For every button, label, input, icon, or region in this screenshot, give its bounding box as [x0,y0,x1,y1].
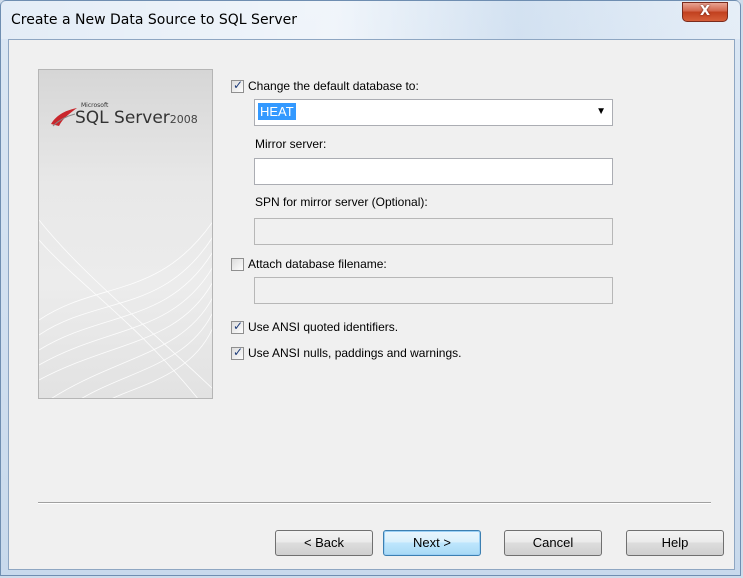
title-bar[interactable]: Create a New Data Source to SQL Server X [1,1,740,39]
sql-server-logo: Microsoft SQL Server2008 [49,102,209,138]
sql-server-banner: Microsoft SQL Server2008 [38,69,213,399]
spn-mirror-label: SPN for mirror server (Optional): [255,195,428,209]
cancel-button[interactable]: Cancel [504,530,602,556]
dialog-client-area: Microsoft SQL Server2008 Change the defa… [8,39,735,570]
ansi-nulls-checkbox[interactable] [231,345,244,360]
ansi-quoted-checkbox[interactable] [231,319,244,334]
logo-year: 2008 [169,113,198,126]
ansi-quoted-label: Use ANSI quoted identifiers. [248,320,399,334]
attach-db-input[interactable] [254,277,613,304]
mirror-server-label: Mirror server: [255,137,327,151]
spn-mirror-input[interactable] [254,218,613,245]
change-default-db-checkbox[interactable] [231,78,244,93]
default-db-value: HEAT [258,103,296,120]
mirror-server-input[interactable] [254,158,613,185]
back-button[interactable]: < Back [275,530,373,556]
next-button[interactable]: Next > [383,530,481,556]
ansi-quoted-row[interactable]: Use ANSI quoted identifiers. [231,319,398,335]
chevron-down-icon[interactable]: ▼ [596,106,606,117]
dialog-window: Create a New Data Source to SQL Server X [0,0,741,576]
change-default-db-row[interactable]: Change the default database to: [231,78,419,94]
close-button[interactable]: X [682,2,728,22]
logo-product-name: SQL Server [75,108,170,128]
window-title: Create a New Data Source to SQL Server [11,12,297,28]
attach-db-row[interactable]: Attach database filename: [231,256,387,272]
close-icon: X [699,4,711,19]
default-db-combobox[interactable]: HEAT ▼ [254,99,613,126]
logo-product: SQL Server2008 [75,108,198,128]
footer-separator [38,502,711,504]
attach-db-label: Attach database filename: [248,257,387,271]
help-button[interactable]: Help [626,530,724,556]
attach-db-checkbox[interactable] [231,257,244,271]
ansi-nulls-label: Use ANSI nulls, paddings and warnings. [248,346,462,360]
ansi-nulls-row[interactable]: Use ANSI nulls, paddings and warnings. [231,345,461,361]
change-default-db-label: Change the default database to: [248,79,419,93]
